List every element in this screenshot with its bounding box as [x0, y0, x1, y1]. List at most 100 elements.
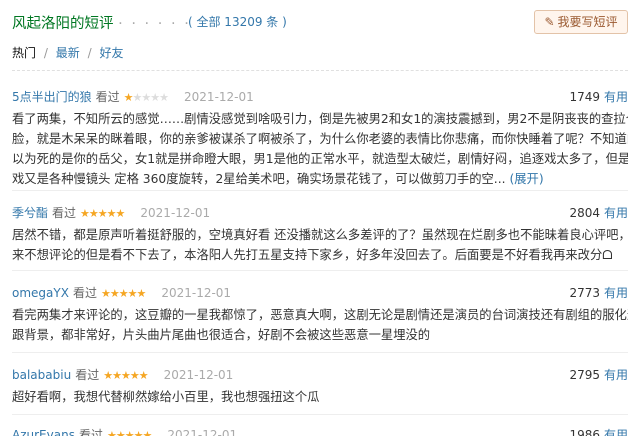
- rating-stars: ★★★★★: [80, 207, 126, 220]
- star-filled-icon: ★: [112, 369, 122, 382]
- review-username[interactable]: 季兮酯: [12, 206, 48, 220]
- review-line: 居然不错，都是原声听着挺舒服的，空境真好看 还没播就这么多差评的了？虽然现在烂剧…: [12, 228, 628, 242]
- review-line: 戏又是各种慢镜头 定格 360度旋转，2星给美术吧，确实场景花钱了，可以做剪刀手…: [12, 169, 628, 189]
- watched-label: 看过: [72, 286, 97, 300]
- rating-stars: ★★★★★: [106, 429, 152, 436]
- useful-button[interactable]: 有用: [604, 428, 628, 436]
- review-line: 来不想评论的但是看不下去了，本洛阳人先打五星支持下家乡，好多年没回去了。后面要是…: [12, 248, 613, 262]
- review-meta: balababiu 看过 ★★★★★ 2021-12-01 2795 有用: [12, 366, 628, 386]
- review-item: omegaYX 看过 ★★★★★ 2021-12-01 2773 有用 看完两集才来评论…: [12, 284, 628, 345]
- review-line: 看完两集才来评论的，这豆瓣的一星我都惊了，恶意真大啊，这剧无论是剧情还是演员的台…: [12, 308, 628, 322]
- star-filled-icon: ★: [136, 287, 146, 300]
- useful-button[interactable]: 有用: [604, 286, 628, 300]
- review-item: balababiu 看过 ★★★★★ 2021-12-01 2795 有用 超好看啊，我…: [12, 366, 628, 407]
- useful-button[interactable]: 有用: [604, 206, 628, 220]
- review-line: 跟背景，都非常好，片头曲片尾曲也很适合，好剧不会被这些恶意一星埋没的: [12, 328, 431, 342]
- vote-box: 2795 有用: [569, 366, 628, 383]
- star-filled-icon: ★: [115, 207, 126, 220]
- vote-count: 2804: [569, 206, 600, 220]
- star-filled-icon: ★: [109, 287, 120, 300]
- review-username[interactable]: omegaYX: [12, 286, 69, 300]
- vote-count: 2795: [569, 368, 600, 382]
- star-empty-icon: ★: [159, 91, 169, 104]
- review-meta: 季兮酯 看过 ★★★★★ 2021-12-01 2804 有用: [12, 204, 628, 224]
- review-item: AzurEvans 看过 ★★★★★ 2021-12-01 1986 有用: [12, 426, 628, 436]
- vote-box: 2804 有用: [569, 204, 628, 221]
- review-meta: 5点半出门的狼 看过 ★★★★★ 2021-12-01 1749 有用: [12, 88, 628, 108]
- review-line-text: 戏又是各种慢镜头 定格 360度旋转，2星给美术吧，确实场景花钱了，可以做剪刀手…: [12, 172, 506, 186]
- watched-label: 看过: [52, 206, 77, 220]
- watched-label: 看过: [75, 368, 100, 382]
- review-username[interactable]: AzurEvans: [12, 428, 75, 436]
- star-filled-icon: ★: [106, 429, 117, 436]
- title-text[interactable]: 风起洛阳的短评: [12, 16, 114, 32]
- tab-separator: /: [87, 46, 92, 60]
- useful-button[interactable]: 有用: [604, 368, 628, 382]
- review-divider: [12, 190, 628, 191]
- review-text: 看完两集才来评论的，这豆瓣的一星我都惊了，恶意真大啊，这剧无论是剧情还是演员的台…: [12, 305, 628, 345]
- vote-count: 1749: [569, 90, 600, 104]
- review-text: 看了两集，不知所云的感觉……剧情没感觉到啥吸引力，倒是先被男2和女1的演技震撼到…: [12, 109, 628, 189]
- review-divider: [12, 270, 628, 271]
- write-review-button[interactable]: ✎ 我要写短评: [534, 10, 628, 34]
- vote-box: 1986 有用: [569, 426, 628, 436]
- star-filled-icon: ★: [124, 429, 135, 436]
- watched-label: 看过: [95, 90, 120, 104]
- total-count-link[interactable]: ( 全部 13209 条 ): [188, 13, 287, 30]
- review-date: 2021-12-01: [167, 428, 238, 436]
- vote-count: 2773: [569, 286, 600, 300]
- review-username[interactable]: balababiu: [12, 368, 71, 382]
- star-filled-icon: ★: [80, 207, 90, 220]
- star-filled-icon: ★: [138, 369, 149, 382]
- vote-box: 1749 有用: [569, 88, 628, 105]
- review-date: 2021-12-01: [163, 368, 234, 382]
- star-filled-icon: ★: [129, 369, 140, 382]
- tab-separator: /: [43, 46, 48, 60]
- pencil-icon: ✎: [544, 15, 555, 29]
- expand-link[interactable]: (展开): [509, 172, 543, 186]
- rating-stars: ★★★★★: [103, 369, 149, 382]
- review-item: 季兮酯 看过 ★★★★★ 2021-12-01 2804 有用 居然不错，都是原声听着挺…: [12, 204, 628, 265]
- star-filled-icon: ★: [118, 287, 129, 300]
- star-filled-icon: ★: [120, 369, 131, 382]
- watched-label: 看过: [78, 428, 103, 436]
- review-item: 5点半出门的狼 看过 ★★★★★ 2021-12-01 1749 有用 看了两集，不知所…: [12, 88, 628, 189]
- star-filled-icon: ★: [106, 207, 117, 220]
- review-meta: omegaYX 看过 ★★★★★ 2021-12-01 2773 有用: [12, 284, 628, 304]
- review-date: 2021-12-01: [184, 90, 254, 104]
- comments-header: 风起洛阳的短评 · · · · · · ( 全部 13209 条 ) ✎ 我要写短…: [12, 10, 628, 34]
- tab-latest[interactable]: 最新: [56, 46, 80, 60]
- vote-box: 2773 有用: [569, 284, 628, 301]
- review-meta: AzurEvans 看过 ★★★★★ 2021-12-01 1986 有用: [12, 426, 628, 436]
- page-title[interactable]: 风起洛阳的短评 · · · · · ·: [12, 12, 191, 33]
- star-filled-icon: ★: [123, 91, 134, 104]
- useful-button[interactable]: 有用: [604, 90, 628, 104]
- star-filled-icon: ★: [115, 429, 126, 436]
- sort-tabs: 热门 / 最新 / 好友: [12, 44, 123, 61]
- vote-count: 1986: [569, 428, 600, 436]
- tab-friends[interactable]: 好友: [99, 46, 123, 60]
- review-date: 2021-12-01: [140, 206, 211, 220]
- tab-hot[interactable]: 热门: [12, 46, 36, 60]
- star-filled-icon: ★: [100, 287, 111, 300]
- write-review-label: 我要写短评: [557, 15, 618, 29]
- review-divider: [12, 352, 628, 353]
- star-filled-icon: ★: [97, 207, 108, 220]
- review-text: 居然不错，都是原声听着挺舒服的，空境真好看 还没播就这么多差评的了？虽然现在烂剧…: [12, 225, 628, 265]
- review-line: 以为死的是你的岳父，女1就是拼命瞪大眼，男1是他的正常水平，就造型太破烂，剧情好…: [12, 152, 628, 166]
- review-divider: [12, 414, 628, 415]
- review-date: 2021-12-01: [161, 286, 232, 300]
- star-empty-icon: ★: [141, 91, 151, 104]
- review-line: 看了两集，不知所云的感觉……剧情没感觉到啥吸引力，倒是先被男2和女1的演技震撼到…: [12, 112, 628, 126]
- title-dots: · · · · · ·: [118, 16, 191, 32]
- star-filled-icon: ★: [88, 207, 99, 220]
- header-divider: [12, 70, 628, 71]
- rating-stars: ★★★★★: [123, 91, 169, 104]
- review-username[interactable]: 5点半出门的狼: [12, 90, 92, 104]
- star-filled-icon: ★: [103, 369, 113, 382]
- rating-stars: ★★★★★: [100, 287, 146, 300]
- review-line: 超好看啊，我想代替柳然嫁给小百里，我也想强扭这个瓜: [12, 390, 320, 404]
- star-empty-icon: ★: [150, 91, 160, 104]
- review-line: 脸，就是木呆呆的眯着眼，你的亲爹被谋杀了啊被杀了，为什么你老婆的表情比你悲痛，而…: [12, 132, 628, 146]
- star-filled-icon: ★: [142, 429, 152, 436]
